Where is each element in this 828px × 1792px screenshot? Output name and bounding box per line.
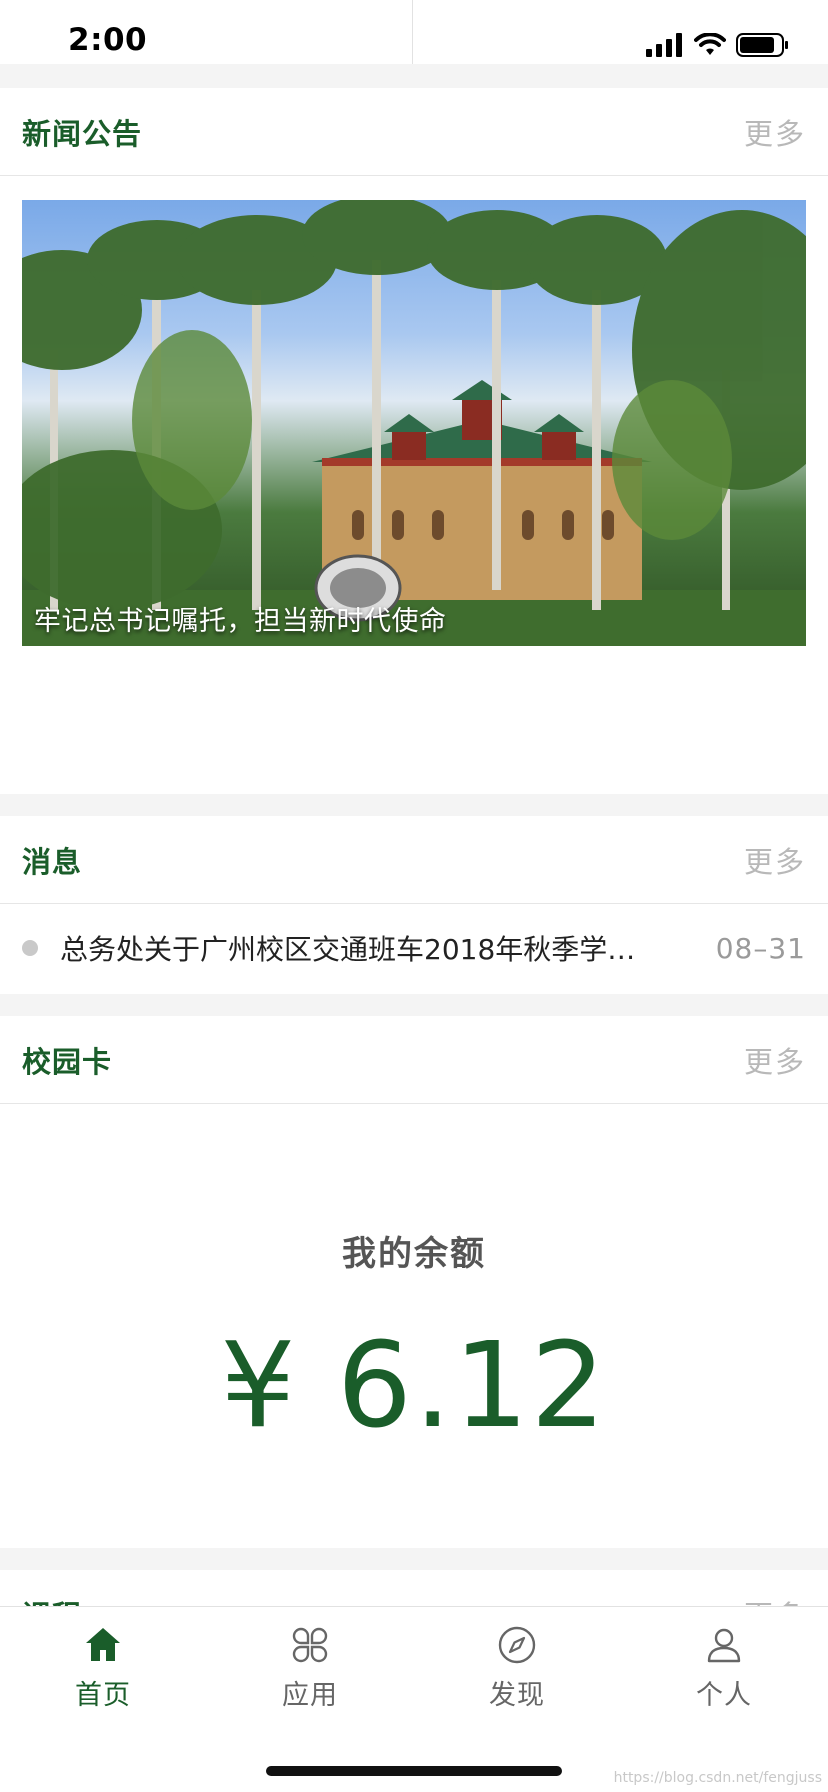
news-header: 新闻公告 更多 <box>0 88 828 176</box>
cellular-signal-icon <box>646 33 682 57</box>
apps-icon <box>292 1627 328 1663</box>
balance-label: 我的余额 <box>342 1234 486 1274</box>
tab-home-label: 首页 <box>75 1680 131 1711</box>
news-more-link[interactable]: 更多 <box>744 111 806 153</box>
tab-home[interactable]: 首页 <box>33 1625 173 1725</box>
tab-apps[interactable]: 应用 <box>240 1625 380 1725</box>
messages-header: 消息 更多 <box>0 816 828 904</box>
news-title: 新闻公告 <box>22 116 143 151</box>
campus-banner-image <box>22 200 806 646</box>
news-banner[interactable]: 牢记总书记嘱托，担当新时代使命 <box>22 200 806 646</box>
battery-icon <box>736 33 788 57</box>
home-indicator[interactable] <box>266 1766 562 1776</box>
campus-card-title: 校园卡 <box>22 1044 113 1079</box>
tab-discover-label: 发现 <box>489 1680 545 1711</box>
messages-section: 消息 更多 总务处关于广州校区交通班车2018年秋季学期运行安排的通知 08–3… <box>0 816 828 994</box>
banner-caption: 牢记总书记嘱托，担当新时代使命 <box>34 606 447 637</box>
tab-discover[interactable]: 发现 <box>447 1625 587 1725</box>
balance-amount[interactable]: ¥ 6.12 <box>0 1316 828 1454</box>
news-section: 新闻公告 更多 牢记总书记嘱托，担当新时代使命 <box>0 88 828 794</box>
compass-icon <box>498 1626 536 1664</box>
watermark: https://blog.csdn.net/fengjuss <box>613 1770 822 1786</box>
messages-more-link[interactable]: 更多 <box>744 839 806 881</box>
wifi-icon <box>694 33 726 55</box>
person-icon <box>707 1628 741 1663</box>
messages-title: 消息 <box>22 844 83 879</box>
campus-card-section: 校园卡 更多 我的余额 ¥ 6.12 <box>0 1016 828 1548</box>
tab-apps-label: 应用 <box>282 1680 338 1711</box>
unread-dot-icon <box>22 940 38 956</box>
status-icons <box>646 32 790 58</box>
message-text: 总务处关于广州校区交通班车2018年秋季学期运行安排的通知 <box>60 933 716 966</box>
tab-profile-label: 个人 <box>696 1680 752 1711</box>
tab-bar: 首页 应用 发现 个人 <box>0 1606 828 1792</box>
status-bar: 2:00 <box>0 0 828 64</box>
home-icon <box>86 1628 120 1661</box>
campus-card-header: 校园卡 更多 <box>0 1016 828 1104</box>
campus-card-more-link[interactable]: 更多 <box>744 1039 806 1081</box>
message-date: 08–31 <box>715 931 806 965</box>
status-divider <box>412 0 413 64</box>
status-time: 2:00 <box>68 22 148 58</box>
tab-profile[interactable]: 个人 <box>654 1625 794 1725</box>
list-item[interactable]: 总务处关于广州校区交通班车2018年秋季学期运行安排的通知 08–31 <box>0 904 828 992</box>
